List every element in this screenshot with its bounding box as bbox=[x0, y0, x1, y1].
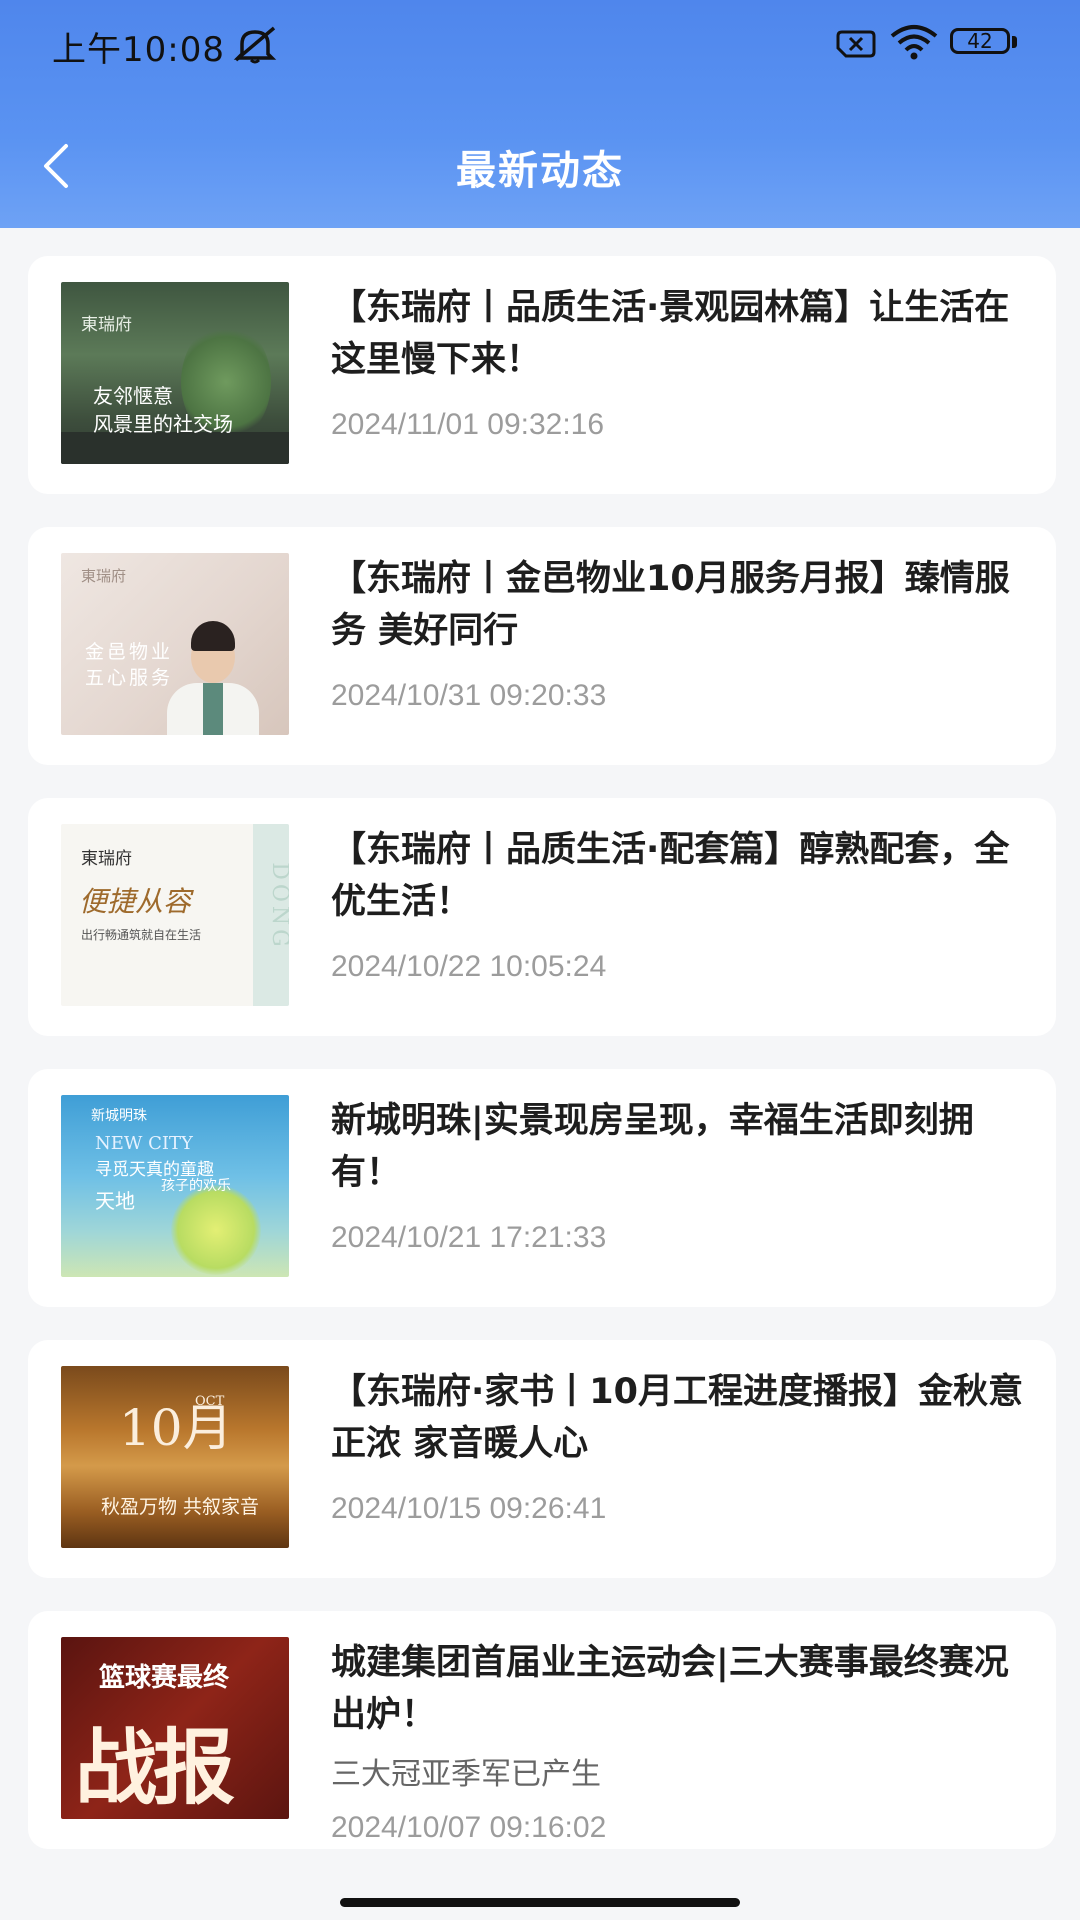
news-card[interactable]: 篮球赛最终 战报 城建集团首届业主运动会|三大赛事最终赛况出炉！ 三大冠亚季军已… bbox=[28, 1611, 1056, 1849]
news-card[interactable]: 東瑞府 便捷从容 出行畅通筑就自在生活 DONG 【东瑞府丨品质生活·配套篇】醇… bbox=[28, 798, 1056, 1036]
news-date: 2024/10/07 09:16:02 bbox=[331, 1811, 607, 1844]
news-card[interactable]: 東瑞府 金邑物业 五心服务 【东瑞府丨金邑物业10月服务月报】臻情服务 美好同行… bbox=[28, 527, 1056, 765]
thumb-line: 秋盈万物 共叙家音 bbox=[101, 1496, 260, 1518]
news-thumbnail[interactable]: 篮球赛最终 战报 bbox=[61, 1637, 289, 1819]
mute-icon bbox=[233, 26, 277, 64]
thumb-line: 天地 bbox=[95, 1189, 135, 1213]
thumb-line: 便捷从容 bbox=[79, 885, 192, 918]
news-date: 2024/10/15 09:26:41 bbox=[331, 1492, 607, 1525]
status-time: 上午10:08 bbox=[52, 30, 225, 70]
news-card[interactable]: 新城明珠 NEW CITY 寻觅天真的童趣 孩子的欢乐 天地 新城明珠|实景现房… bbox=[28, 1069, 1056, 1307]
news-title: 新城明珠|实景现房呈现，幸福生活即刻拥有！ bbox=[331, 1101, 974, 1193]
thumb-side-text: DONG bbox=[266, 862, 289, 951]
news-thumbnail[interactable]: 10月 OCT 秋盈万物 共叙家音 bbox=[61, 1366, 289, 1548]
thumb-brand: 新城明珠 bbox=[91, 1108, 147, 1124]
news-thumbnail[interactable]: 新城明珠 NEW CITY 寻觅天真的童趣 孩子的欢乐 天地 bbox=[61, 1095, 289, 1277]
thumb-line: OCT bbox=[195, 1394, 225, 1409]
thumb-line: NEW CITY bbox=[95, 1133, 193, 1154]
news-subtitle: 三大冠亚季军已产生 bbox=[331, 1757, 601, 1792]
news-title: 【东瑞府丨金邑物业10月服务月报】臻情服务 美好同行 bbox=[331, 559, 1010, 651]
news-title: 【东瑞府丨品质生活·景观园林篇】让生活在这里慢下来！ bbox=[331, 288, 1010, 380]
news-date: 2024/10/21 17:21:33 bbox=[331, 1221, 607, 1254]
no-sim-icon bbox=[836, 30, 876, 58]
thumb-brand: 東瑞府 bbox=[81, 315, 132, 335]
thumb-brand: 東瑞府 bbox=[81, 567, 127, 585]
news-card[interactable]: 東瑞府 友邻惬意 风景里的社交场 【东瑞府丨品质生活·景观园林篇】让生活在这里慢… bbox=[28, 256, 1056, 494]
news-thumbnail[interactable]: 東瑞府 金邑物业 五心服务 bbox=[61, 553, 289, 735]
news-list: 東瑞府 友邻惬意 风景里的社交场 【东瑞府丨品质生活·景观园林篇】让生活在这里慢… bbox=[28, 256, 1056, 1882]
thumb-line: 友邻惬意 bbox=[93, 384, 173, 408]
news-date: 2024/11/01 09:32:16 bbox=[331, 408, 605, 441]
news-date: 2024/10/22 10:05:24 bbox=[331, 950, 607, 983]
wifi-icon bbox=[890, 25, 938, 60]
news-title: 【东瑞府丨品质生活·配套篇】醇熟配套，全优生活！ bbox=[331, 830, 1010, 922]
thumb-line: 风景里的社交场 bbox=[93, 412, 233, 436]
thumb-line: 篮球赛最终 bbox=[99, 1663, 230, 1693]
battery-icon: 42 bbox=[950, 28, 1020, 58]
news-title: 城建集团首届业主运动会|三大赛事最终赛况出炉！ bbox=[331, 1643, 1009, 1735]
news-thumbnail[interactable]: 東瑞府 便捷从容 出行畅通筑就自在生活 DONG bbox=[61, 824, 289, 1006]
page-title: 最新动态 bbox=[456, 148, 624, 194]
thumb-brand: 東瑞府 bbox=[81, 849, 132, 869]
thumb-line: 金邑物业 bbox=[85, 641, 174, 663]
thumb-line: 出行畅通筑就自在生活 bbox=[81, 928, 202, 942]
thumb-line: 孩子的欢乐 bbox=[161, 1178, 231, 1194]
thumb-line: 五心服务 bbox=[85, 667, 174, 689]
news-date: 2024/10/31 09:20:33 bbox=[331, 679, 607, 712]
home-indicator[interactable] bbox=[340, 1898, 740, 1907]
news-title: 【东瑞府·家书丨10月工程进度播报】金秋意正浓 家音暖人心 bbox=[331, 1372, 1024, 1464]
status-bar: 上午10:08 42 bbox=[0, 0, 1080, 86]
thumb-line: 战报 bbox=[75, 1720, 235, 1816]
news-card[interactable]: 10月 OCT 秋盈万物 共叙家音 【东瑞府·家书丨10月工程进度播报】金秋意正… bbox=[28, 1340, 1056, 1578]
app-header: 上午10:08 42 最新动态 bbox=[0, 0, 1080, 228]
battery-level: 42 bbox=[950, 28, 1010, 54]
news-thumbnail[interactable]: 東瑞府 友邻惬意 风景里的社交场 bbox=[61, 282, 289, 464]
